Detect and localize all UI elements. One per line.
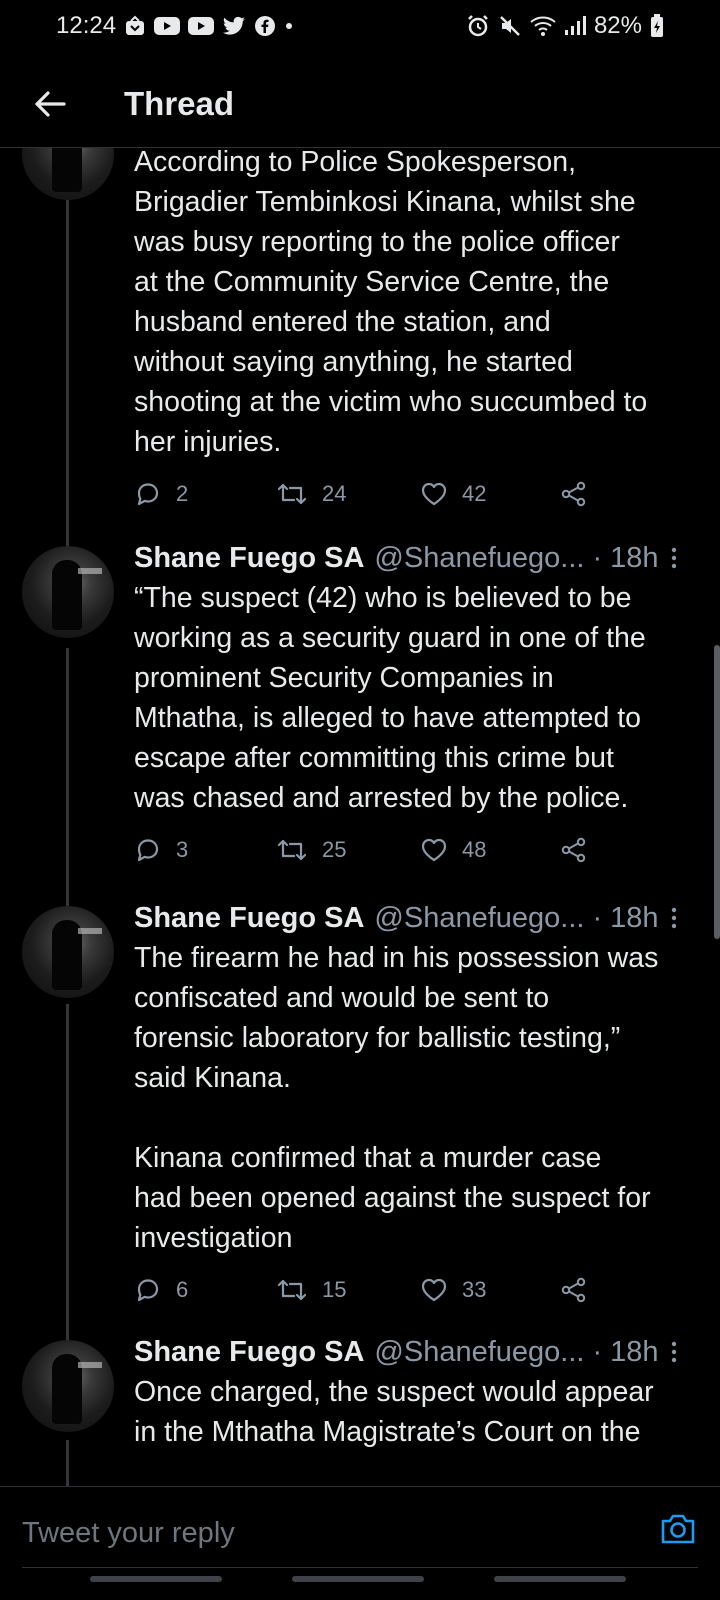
author-name[interactable]: Shane Fuego SA	[134, 1336, 364, 1369]
battery-charging-icon	[650, 14, 664, 38]
share-button[interactable]	[560, 837, 588, 863]
nav-home[interactable]	[292, 1576, 424, 1582]
heart-icon	[421, 482, 447, 506]
tweet-time[interactable]: 18h	[610, 1336, 658, 1369]
signal-icon	[564, 16, 586, 36]
reply-input[interactable]	[22, 1513, 622, 1553]
tweet-header: Shane Fuego SA @Shanefuego... · 18h	[134, 898, 696, 938]
retweet-count: 24	[322, 481, 347, 506]
retweet-button[interactable]: 15	[276, 1277, 420, 1303]
thread-connector	[66, 1004, 69, 1344]
retweet-count: 15	[322, 1277, 347, 1302]
thread-header: Thread	[0, 60, 720, 148]
thread-list[interactable]: According to Police Spokesperson, Brigad…	[0, 148, 720, 1486]
more-options-button[interactable]	[664, 538, 684, 578]
tweet-text: Once charged, the suspect would appear i…	[134, 1376, 654, 1448]
author-name[interactable]: Shane Fuego SA	[134, 542, 364, 575]
nav-back[interactable]	[494, 1576, 626, 1582]
status-time: 12:24	[56, 12, 117, 39]
more-vertical-icon	[671, 907, 677, 929]
dot-icon	[284, 21, 294, 31]
avatar[interactable]	[22, 1340, 114, 1432]
heart-icon	[421, 1278, 447, 1302]
page-title: Thread	[124, 84, 235, 122]
tweet-actions: 3 25 48	[134, 830, 696, 870]
share-icon	[561, 481, 586, 507]
tweet-text: “The suspect (42) who is believed to be …	[134, 582, 646, 814]
like-button[interactable]: 33	[420, 1277, 560, 1303]
youtube-icon	[188, 16, 215, 36]
retweet-icon	[277, 1279, 307, 1301]
retweet-count: 25	[322, 837, 347, 862]
battery-percent: 82%	[593, 12, 642, 39]
system-nav-bar	[0, 1568, 720, 1600]
more-options-button[interactable]	[664, 898, 684, 938]
alarm-icon	[466, 14, 490, 38]
more-vertical-icon	[671, 1341, 677, 1363]
like-count: 42	[462, 481, 487, 506]
tweet-time[interactable]: 18h	[610, 902, 658, 935]
share-button[interactable]	[560, 1277, 588, 1303]
share-icon	[561, 837, 586, 863]
back-button[interactable]	[20, 74, 80, 134]
reply-count: 6	[176, 1277, 189, 1302]
thread-connector	[66, 648, 69, 908]
facebook-icon	[254, 15, 276, 37]
scrollbar[interactable]	[714, 645, 720, 939]
tweet-text: The firearm he had in his possession was…	[134, 942, 659, 1254]
retweet-button[interactable]: 25	[276, 837, 420, 863]
reply-icon	[137, 1279, 159, 1302]
reply-button[interactable]: 2	[134, 480, 276, 508]
tweet-time[interactable]: 18h	[610, 542, 658, 575]
reply-count: 3	[176, 837, 189, 862]
author-name[interactable]: Shane Fuego SA	[134, 902, 364, 935]
like-button[interactable]: 48	[420, 837, 560, 863]
share-button[interactable]	[560, 481, 588, 507]
thread-connector	[66, 1440, 69, 1486]
author-handle[interactable]: @Shanefuego...	[374, 1336, 584, 1369]
reply-button[interactable]: 3	[134, 836, 276, 864]
tweet-actions: 2 24 42	[134, 474, 696, 514]
tweet-actions: 6 15 33	[134, 1270, 696, 1310]
tweet-header: Shane Fuego SA @Shanefuego... · 18h	[134, 1332, 696, 1372]
wifi-icon	[530, 15, 556, 37]
reply-button[interactable]: 6	[134, 1276, 276, 1304]
more-vertical-icon	[671, 547, 677, 569]
like-button[interactable]: 42	[420, 481, 560, 507]
nav-recents[interactable]	[90, 1576, 222, 1582]
retweet-icon	[277, 839, 307, 861]
like-count: 33	[462, 1277, 487, 1302]
status-right: 82%	[466, 12, 664, 40]
youtube-icon	[154, 16, 181, 36]
camera-icon	[661, 1514, 695, 1544]
avatar[interactable]	[22, 906, 114, 998]
thread-connector	[66, 198, 69, 550]
retweet-button[interactable]: 24	[276, 481, 420, 507]
share-icon	[561, 1277, 586, 1303]
reply-count: 2	[176, 481, 189, 506]
app-notification-icon	[124, 15, 146, 37]
arrow-left-icon	[35, 90, 66, 117]
reply-bar	[0, 1486, 720, 1600]
avatar[interactable]	[22, 148, 114, 200]
camera-button[interactable]	[658, 1509, 698, 1549]
mute-icon	[498, 14, 522, 38]
heart-icon	[421, 838, 447, 862]
retweet-icon	[277, 483, 307, 505]
status-bar: 12:24 82%	[0, 0, 720, 52]
reply-icon	[137, 839, 159, 862]
author-handle[interactable]: @Shanefuego...	[374, 542, 584, 575]
reply-icon	[137, 483, 159, 506]
tweet-header: Shane Fuego SA @Shanefuego... · 18h	[134, 538, 696, 578]
status-left: 12:24	[56, 12, 294, 40]
like-count: 48	[462, 837, 487, 862]
author-handle[interactable]: @Shanefuego...	[374, 902, 584, 935]
twitter-icon	[222, 16, 246, 36]
more-options-button[interactable]	[664, 1332, 684, 1372]
avatar[interactable]	[22, 546, 114, 638]
tweet-text: According to Police Spokesperson, Brigad…	[134, 148, 648, 458]
